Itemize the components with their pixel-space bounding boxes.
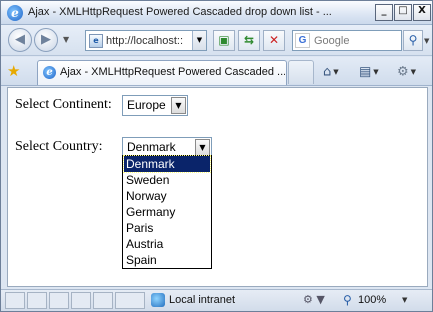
minimize-button[interactable]: _ — [375, 4, 393, 21]
back-arrow-icon: ◀ — [15, 32, 25, 47]
search-options-dropdown[interactable]: ▼ — [424, 37, 429, 45]
country-selected-value: Denmark — [127, 140, 176, 154]
status-pane — [93, 292, 113, 309]
country-label: Select Country: — [15, 139, 103, 154]
zoom-dropdown[interactable]: ▼ — [402, 296, 407, 304]
new-tab-button[interactable] — [288, 60, 314, 84]
status-pane — [5, 292, 25, 309]
country-option[interactable]: Norway — [124, 188, 210, 204]
magnifier-icon: ⚲ — [408, 33, 418, 47]
country-option[interactable]: Spain — [124, 252, 210, 268]
star-icon: ★ — [7, 62, 21, 80]
navigation-bar: ◀ ▶ ▼ e ▼ ▣ ⇆ ✕ G ⚲ ▼ — [1, 25, 432, 56]
zoom-icon: ⚲ — [343, 293, 352, 307]
chevron-down-icon[interactable]: ▼ — [373, 68, 378, 76]
home-icon: ⌂ — [323, 64, 332, 80]
tools-button[interactable]: ⚙ ▼ — [397, 62, 416, 82]
page-content: Select Continent: Europe ▼ Select Countr… — [7, 87, 428, 287]
close-button[interactable]: X — [413, 4, 431, 21]
print-button[interactable]: ▤ ▼ — [359, 62, 379, 82]
country-option[interactable]: Paris — [124, 220, 210, 236]
gear-icon: ⚙ — [397, 64, 409, 80]
stop-button[interactable]: ✕ — [263, 30, 285, 51]
compatibility-view-button[interactable]: ▣ — [213, 30, 235, 51]
window-title: Ajax - XMLHttpRequest Powered Cascaded d… — [28, 6, 332, 18]
zoom-level[interactable]: 100% — [358, 294, 386, 306]
tab-current-page[interactable]: e Ajax - XMLHttpRequest Powered Cascaded… — [37, 60, 287, 85]
back-button[interactable]: ◀ — [8, 28, 32, 52]
title-bar[interactable]: e Ajax - XMLHttpRequest Powered Cascaded… — [1, 1, 432, 25]
search-button[interactable]: ⚲ — [403, 30, 423, 51]
refresh-button[interactable]: ⇆ — [238, 30, 260, 51]
search-box[interactable]: G — [292, 30, 402, 51]
tab-row: ★ e Ajax - XMLHttpRequest Powered Cascad… — [1, 57, 432, 86]
status-pane — [115, 292, 145, 309]
address-input[interactable] — [106, 33, 190, 48]
browser-window: e Ajax - XMLHttpRequest Powered Cascaded… — [0, 0, 433, 312]
forward-button[interactable]: ▶ — [34, 28, 58, 52]
refresh-icon: ⇆ — [243, 33, 255, 47]
chevron-down-icon[interactable]: ▼ — [195, 139, 210, 156]
forward-arrow-icon: ▶ — [41, 32, 51, 47]
search-input[interactable] — [314, 33, 399, 48]
tab-label: Ajax - XMLHttpRequest Powered Cascaded .… — [60, 66, 285, 78]
country-option[interactable]: Sweden — [124, 172, 210, 188]
continent-select[interactable]: Europe ▼ — [122, 95, 188, 116]
printer-icon: ▤ — [359, 64, 372, 80]
google-icon: G — [295, 33, 310, 48]
country-select[interactable]: Denmark ▼ — [122, 137, 212, 156]
status-pane — [27, 292, 47, 309]
intranet-zone-icon — [151, 293, 165, 307]
status-pane — [71, 292, 91, 309]
ie-page-icon: e — [43, 66, 56, 79]
favorites-button[interactable]: ★ — [7, 62, 20, 80]
chevron-down-icon[interactable]: ▼ — [171, 97, 186, 114]
status-bar: Local intranet ⚙ ▼ ⚲ 100% ▼ — [1, 289, 432, 311]
home-button[interactable]: ⌂ ▼ — [323, 62, 339, 82]
security-zone-text[interactable]: Local intranet — [169, 294, 235, 306]
status-pane — [49, 292, 69, 309]
country-option[interactable]: Austria — [124, 236, 210, 252]
stop-icon: ✕ — [268, 33, 280, 47]
continent-label: Select Continent: — [15, 97, 112, 112]
page-icon: e — [89, 34, 103, 48]
chevron-down-icon[interactable]: ▼ — [411, 68, 416, 76]
protected-mode-button[interactable]: ⚙ ▼ — [303, 293, 325, 306]
chevron-down-icon[interactable]: ▼ — [333, 68, 338, 76]
country-option[interactable]: Germany — [124, 204, 210, 220]
maximize-button[interactable]: □ — [394, 4, 412, 21]
country-options-list[interactable]: Denmark Sweden Norway Germany Paris Aust… — [122, 155, 212, 269]
compatibility-icon: ▣ — [218, 33, 230, 47]
continent-selected-value: Europe — [127, 98, 166, 112]
address-dropdown-button[interactable]: ▼ — [192, 31, 206, 50]
address-bar[interactable]: e ▼ — [85, 30, 207, 51]
country-option[interactable]: Denmark — [123, 155, 211, 173]
recent-pages-dropdown[interactable]: ▼ — [63, 35, 69, 44]
ie-logo-icon: e — [7, 5, 23, 21]
